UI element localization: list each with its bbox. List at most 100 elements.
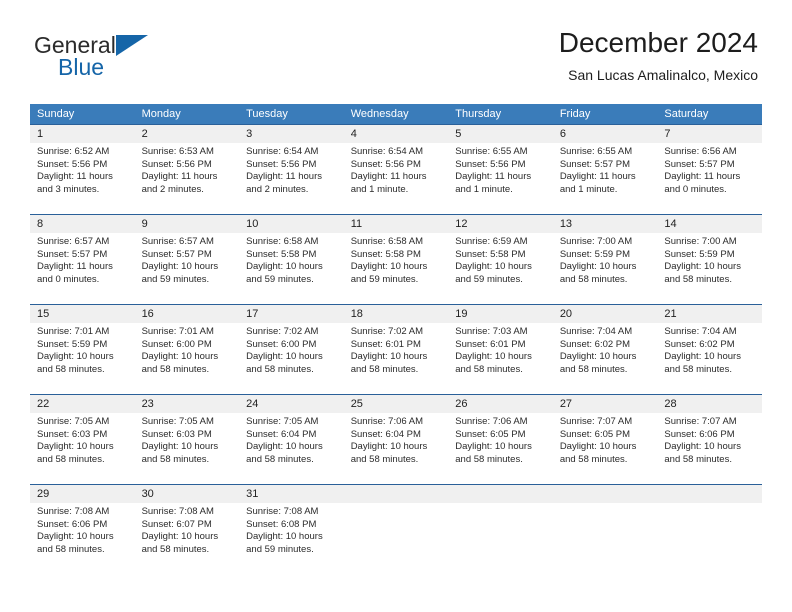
day-cell[interactable]: 29 Sunrise: 7:08 AM Sunset: 6:06 PM Dayl… xyxy=(30,484,135,574)
day-cell[interactable]: 13 Sunrise: 7:00 AM Sunset: 5:59 PM Dayl… xyxy=(552,214,658,305)
day-cell[interactable]: 24 Sunrise: 7:05 AM Sunset: 6:04 PM Dayl… xyxy=(239,394,344,485)
daylight-text: Daylight: 10 hours and 58 minutes. xyxy=(664,441,741,465)
sunset-text: Sunset: 6:01 PM xyxy=(350,338,421,350)
day-number: 26 xyxy=(448,395,553,413)
sunrise-text: Sunrise: 6:52 AM xyxy=(37,146,110,157)
day-cell[interactable]: 10 Sunrise: 6:58 AM Sunset: 5:58 PM Dayl… xyxy=(239,214,344,305)
day-cell[interactable]: 18 Sunrise: 7:02 AM Sunset: 6:01 PM Dayl… xyxy=(343,304,449,395)
sunrise-text: Sunrise: 7:07 AM xyxy=(559,416,633,427)
sunrise-text: Sunrise: 6:57 AM xyxy=(37,236,110,247)
daylight-text: Daylight: 10 hours and 58 minutes. xyxy=(559,261,637,285)
day-cell[interactable]: 22 Sunrise: 7:05 AM Sunset: 6:03 PM Dayl… xyxy=(30,394,135,485)
sunrise-text: Sunrise: 7:06 AM xyxy=(350,416,424,427)
day-cell[interactable]: 14 Sunrise: 7:00 AM Sunset: 5:59 PM Dayl… xyxy=(657,214,762,305)
weekday-header-row: Sunday Monday Tuesday Wednesday Thursday… xyxy=(30,104,762,125)
day-cell[interactable]: 1 Sunrise: 6:52 AM Sunset: 5:56 PM Dayli… xyxy=(30,124,135,215)
day-cell[interactable]: 25 Sunrise: 7:06 AM Sunset: 6:04 PM Dayl… xyxy=(343,394,449,485)
day-cell[interactable]: 21 Sunrise: 7:04 AM Sunset: 6:02 PM Dayl… xyxy=(657,304,762,395)
daylight-text: Daylight: 11 hours and 0 minutes. xyxy=(37,261,113,285)
day-cell[interactable]: 6 Sunrise: 6:55 AM Sunset: 5:57 PM Dayli… xyxy=(552,124,658,215)
sunset-text: Sunset: 5:59 PM xyxy=(664,248,735,260)
sunrise-text: Sunrise: 7:08 AM xyxy=(246,506,319,517)
sunset-text: Sunset: 6:04 PM xyxy=(350,428,421,440)
day-cell[interactable]: 31 Sunrise: 7:08 AM Sunset: 6:08 PM Dayl… xyxy=(239,484,344,574)
day-cell[interactable]: 17 Sunrise: 7:02 AM Sunset: 6:00 PM Dayl… xyxy=(239,304,344,395)
sunrise-text: Sunrise: 7:07 AM xyxy=(664,416,737,427)
day-number: 3 xyxy=(239,125,344,143)
daylight-text: Daylight: 10 hours and 58 minutes. xyxy=(141,441,219,465)
day-number: 17 xyxy=(239,305,344,323)
day-info: Sunrise: 7:06 AM Sunset: 6:04 PM Dayligh… xyxy=(344,413,449,466)
day-cell[interactable]: 8 Sunrise: 6:57 AM Sunset: 5:57 PM Dayli… xyxy=(30,214,135,305)
day-info: Sunrise: 6:58 AM Sunset: 5:58 PM Dayligh… xyxy=(239,233,344,286)
day-cell[interactable]: 23 Sunrise: 7:05 AM Sunset: 6:03 PM Dayl… xyxy=(134,394,240,485)
calendar-grid: Sunday Monday Tuesday Wednesday Thursday… xyxy=(30,104,762,574)
day-number: 21 xyxy=(657,305,762,323)
sunrise-text: Sunrise: 7:00 AM xyxy=(559,236,633,247)
sunrise-text: Sunrise: 7:05 AM xyxy=(246,416,319,427)
day-cell-empty xyxy=(448,484,553,574)
day-cell[interactable]: 27 Sunrise: 7:07 AM Sunset: 6:05 PM Dayl… xyxy=(552,394,658,485)
sunset-text: Sunset: 5:59 PM xyxy=(37,338,108,350)
page-title: December 2024 xyxy=(558,27,758,58)
day-info: Sunrise: 7:04 AM Sunset: 6:02 PM Dayligh… xyxy=(657,323,762,376)
day-number: 30 xyxy=(134,485,240,503)
day-cell[interactable]: 3 Sunrise: 6:54 AM Sunset: 5:56 PM Dayli… xyxy=(239,124,344,215)
day-cell[interactable]: 4 Sunrise: 6:54 AM Sunset: 5:56 PM Dayli… xyxy=(343,124,449,215)
sunrise-text: Sunrise: 7:06 AM xyxy=(455,416,528,427)
sunrise-text: Sunrise: 7:05 AM xyxy=(37,416,110,427)
sunrise-text: Sunrise: 7:04 AM xyxy=(664,326,737,337)
day-cell[interactable]: 5 Sunrise: 6:55 AM Sunset: 5:56 PM Dayli… xyxy=(448,124,553,215)
day-cell[interactable]: 19 Sunrise: 7:03 AM Sunset: 6:01 PM Dayl… xyxy=(448,304,553,395)
sunrise-text: Sunrise: 7:04 AM xyxy=(559,326,633,337)
day-cell[interactable]: 28 Sunrise: 7:07 AM Sunset: 6:06 PM Dayl… xyxy=(657,394,762,485)
day-number: 15 xyxy=(30,305,135,323)
sunset-text: Sunset: 6:03 PM xyxy=(37,428,108,440)
day-cell[interactable]: 9 Sunrise: 6:57 AM Sunset: 5:57 PM Dayli… xyxy=(134,214,240,305)
sunrise-text: Sunrise: 7:08 AM xyxy=(141,506,214,517)
sunrise-text: Sunrise: 7:02 AM xyxy=(350,326,424,337)
day-cell[interactable]: 12 Sunrise: 6:59 AM Sunset: 5:58 PM Dayl… xyxy=(448,214,553,305)
sunset-text: Sunset: 5:57 PM xyxy=(141,248,212,260)
day-cell[interactable]: 15 Sunrise: 7:01 AM Sunset: 5:59 PM Dayl… xyxy=(30,304,135,395)
sunset-text: Sunset: 6:00 PM xyxy=(246,338,317,350)
week-row: 1 Sunrise: 6:52 AM Sunset: 5:56 PM Dayli… xyxy=(30,124,762,215)
sunset-text: Sunset: 5:56 PM xyxy=(37,158,108,170)
day-cell[interactable]: 30 Sunrise: 7:08 AM Sunset: 6:07 PM Dayl… xyxy=(134,484,240,574)
sunset-text: Sunset: 5:56 PM xyxy=(455,158,526,170)
day-info: Sunrise: 7:07 AM Sunset: 6:05 PM Dayligh… xyxy=(553,413,658,466)
daylight-text: Daylight: 10 hours and 58 minutes. xyxy=(246,351,323,375)
day-cell-empty xyxy=(657,484,762,574)
daylight-text: Daylight: 10 hours and 58 minutes. xyxy=(37,531,114,555)
day-cell[interactable]: 11 Sunrise: 6:58 AM Sunset: 5:58 PM Dayl… xyxy=(343,214,449,305)
daylight-text: Daylight: 10 hours and 59 minutes. xyxy=(246,261,323,285)
sunset-text: Sunset: 6:06 PM xyxy=(664,428,735,440)
weekday-header-thursday: Thursday xyxy=(448,104,553,125)
week-row: 15 Sunrise: 7:01 AM Sunset: 5:59 PM Dayl… xyxy=(30,304,762,395)
day-cell[interactable]: 7 Sunrise: 6:56 AM Sunset: 5:57 PM Dayli… xyxy=(657,124,762,215)
sunrise-text: Sunrise: 6:55 AM xyxy=(455,146,528,157)
day-number xyxy=(657,485,762,503)
sunset-text: Sunset: 5:56 PM xyxy=(246,158,317,170)
daylight-text: Daylight: 10 hours and 59 minutes. xyxy=(246,531,323,555)
triangle-flag-icon xyxy=(116,35,148,56)
day-cell[interactable]: 2 Sunrise: 6:53 AM Sunset: 5:56 PM Dayli… xyxy=(134,124,240,215)
day-cell[interactable]: 20 Sunrise: 7:04 AM Sunset: 6:02 PM Dayl… xyxy=(552,304,658,395)
sunset-text: Sunset: 6:05 PM xyxy=(455,428,526,440)
sunset-text: Sunset: 6:03 PM xyxy=(141,428,212,440)
day-info: Sunrise: 6:57 AM Sunset: 5:57 PM Dayligh… xyxy=(30,233,135,286)
sunset-text: Sunset: 5:58 PM xyxy=(455,248,526,260)
day-number: 19 xyxy=(448,305,553,323)
sunrise-text: Sunrise: 6:54 AM xyxy=(246,146,319,157)
day-cell[interactable]: 16 Sunrise: 7:01 AM Sunset: 6:00 PM Dayl… xyxy=(134,304,240,395)
sunrise-text: Sunrise: 7:01 AM xyxy=(141,326,214,337)
general-blue-logo: General Blue xyxy=(34,32,224,88)
day-number: 14 xyxy=(657,215,762,233)
day-number: 13 xyxy=(552,215,658,233)
day-info: Sunrise: 7:04 AM Sunset: 6:02 PM Dayligh… xyxy=(553,323,658,376)
day-number: 27 xyxy=(552,395,658,413)
day-cell[interactable]: 26 Sunrise: 7:06 AM Sunset: 6:05 PM Dayl… xyxy=(448,394,553,485)
day-info: Sunrise: 6:54 AM Sunset: 5:56 PM Dayligh… xyxy=(239,143,344,196)
day-info: Sunrise: 7:02 AM Sunset: 6:00 PM Dayligh… xyxy=(239,323,344,376)
day-number xyxy=(552,485,658,503)
